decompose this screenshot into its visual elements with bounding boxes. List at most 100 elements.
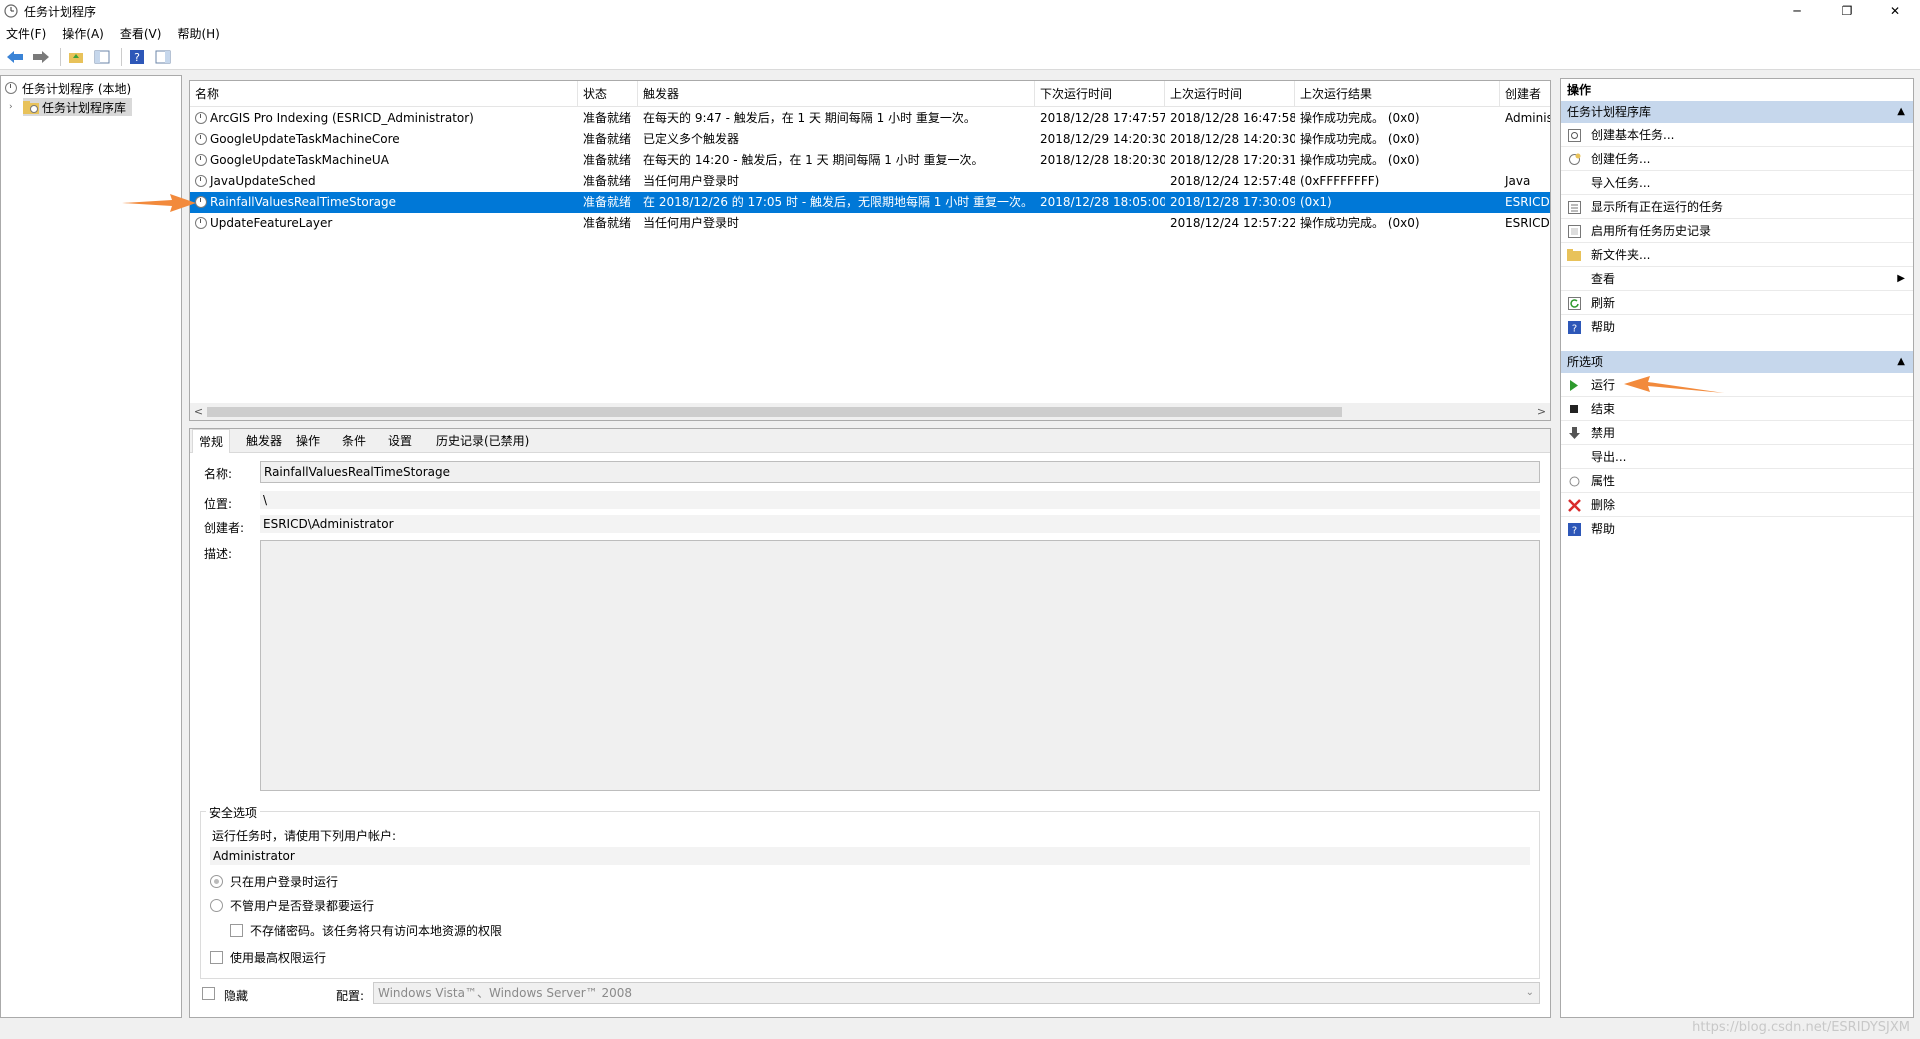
action-help-selected[interactable]: ? 帮助 <box>1561 517 1913 541</box>
table-row[interactable]: UpdateFeatureLayer 准备就绪 当任何用户登录时 2018/12… <box>190 213 1550 234</box>
menu-view[interactable]: 查看(V) <box>120 25 162 42</box>
table-row[interactable]: ArcGIS Pro Indexing (ESRICD_Administrato… <box>190 108 1550 129</box>
disable-arrow-icon <box>1567 426 1581 440</box>
tree-item-library[interactable]: 任务计划程序库 <box>23 98 133 116</box>
section-library[interactable]: 任务计划程序库 ▲ <box>1561 101 1913 123</box>
checkbox-do-not-store-password-label: 不存储密码。该任务将只有访问本地资源的权限 <box>250 924 503 938</box>
security-options-title: 安全选项 <box>206 804 261 821</box>
properties-clock-icon <box>1567 474 1581 488</box>
task-author-cell <box>1500 150 1550 171</box>
run-as-label: 运行任务时，请使用下列用户帐户: <box>212 829 397 843</box>
task-name-cell: UpdateFeatureLayer <box>190 213 578 234</box>
action-import-task[interactable]: 导入任务... <box>1561 171 1913 195</box>
action-delete[interactable]: 删除 <box>1561 493 1913 517</box>
actions-header: 操作 <box>1567 83 1592 97</box>
table-row-selected[interactable]: RainfallValuesRealTimeStorage 准备就绪 在 201… <box>190 192 1550 213</box>
task-clock-icon <box>195 133 207 145</box>
column-header-last-run[interactable]: 上次运行时间 <box>1165 81 1295 107</box>
back-button[interactable] <box>4 47 26 67</box>
task-clock-icon <box>195 154 207 166</box>
horizontal-scrollbar[interactable]: < > <box>190 403 1550 420</box>
watermark-text: https://blog.csdn.net/ESRIDYSJXM <box>1692 1020 1910 1035</box>
action-create-task[interactable]: 创建任务... <box>1561 147 1913 171</box>
task-trigger-cell: 在每天的 9:47 - 触发后，在 1 天 期间每隔 1 小时 重复一次。 <box>643 111 976 125</box>
checkbox-do-not-store-password[interactable] <box>230 924 243 937</box>
tree-expander[interactable]: › <box>9 98 13 116</box>
table-row[interactable]: JavaUpdateSched 准备就绪 当任何用户登录时 2018/12/24… <box>190 171 1550 192</box>
checkbox-hidden[interactable] <box>202 987 215 1000</box>
task-next-run-cell: 2018/12/28 18:20:30 <box>1040 153 1165 167</box>
task-trigger-cell: 当任何用户登录时 <box>643 216 740 230</box>
action-display-running-tasks[interactable]: 显示所有正在运行的任务 <box>1561 195 1913 219</box>
configure-for-select[interactable]: Windows Vista™、Windows Server™ 2008 ⌄ <box>373 982 1540 1004</box>
action-run[interactable]: 运行 <box>1561 373 1913 397</box>
name-label: 名称: <box>204 467 233 481</box>
location-value: \ <box>260 491 1540 509</box>
action-enable-history[interactable]: 启用所有任务历史记录 <box>1561 219 1913 243</box>
tree-root-label: 任务计划程序 (本地) <box>22 81 132 96</box>
checkbox-highest-privileges[interactable] <box>210 951 223 964</box>
task-last-run-cell: 2018/12/28 17:20:31 <box>1170 153 1295 167</box>
security-options-group <box>200 811 1540 979</box>
scroll-left-button[interactable]: < <box>190 403 207 420</box>
action-new-folder[interactable]: 新文件夹... <box>1561 243 1913 267</box>
show-hide-action-pane-button[interactable] <box>152 47 174 67</box>
column-header-trigger[interactable]: 触发器 <box>638 81 1035 107</box>
tab-actions[interactable]: 操作 <box>290 431 326 453</box>
author-value: ESRICD\Administrator <box>260 515 1540 533</box>
action-view[interactable]: 查看 ▶ <box>1561 267 1913 291</box>
tab-settings[interactable]: 设置 <box>382 431 418 453</box>
table-row[interactable]: GoogleUpdateTaskMachineCore 准备就绪 已定义多个触发… <box>190 129 1550 150</box>
tab-conditions[interactable]: 条件 <box>336 431 372 453</box>
task-result-cell: 操作成功完成。 (0x0) <box>1300 132 1420 146</box>
clock-icon <box>5 82 17 94</box>
folder-icon <box>1567 248 1581 262</box>
action-end[interactable]: 结束 <box>1561 397 1913 421</box>
action-create-basic-task[interactable]: 创建基本任务... <box>1561 123 1913 147</box>
menu-help[interactable]: 帮助(H) <box>177 25 219 42</box>
forward-button[interactable] <box>30 47 52 67</box>
tab-history[interactable]: 历史记录(已禁用) <box>430 431 535 453</box>
task-status-cell: 准备就绪 <box>583 195 632 209</box>
task-author-cell: Java <box>1505 174 1531 188</box>
task-last-run-cell: 2018/12/28 16:47:58 <box>1170 111 1295 125</box>
scrollbar-thumb[interactable] <box>207 407 1342 417</box>
column-header-next-run[interactable]: 下次运行时间 <box>1035 81 1165 107</box>
section-selected-item[interactable]: 所选项 ▲ <box>1561 351 1913 373</box>
tab-general[interactable]: 常规 <box>192 429 231 453</box>
action-disable[interactable]: 禁用 <box>1561 421 1913 445</box>
column-header-status[interactable]: 状态 <box>578 81 638 107</box>
close-button[interactable]: ✕ <box>1872 0 1918 22</box>
column-header-last-result[interactable]: 上次运行结果 <box>1295 81 1500 107</box>
svg-text:?: ? <box>1571 323 1576 334</box>
window-title: 任务计划程序 <box>24 4 97 19</box>
restore-button[interactable]: ❐ <box>1824 0 1870 22</box>
radio-run-logged-on[interactable] <box>210 875 223 888</box>
menu-action[interactable]: 操作(A) <box>62 25 104 42</box>
minimize-button[interactable]: ─ <box>1774 0 1820 22</box>
column-header-author[interactable]: 创建者 <box>1500 81 1550 107</box>
name-field[interactable]: RainfallValuesRealTimeStorage <box>260 461 1540 483</box>
help-button[interactable]: ? <box>126 47 148 67</box>
action-help[interactable]: ? 帮助 <box>1561 315 1913 339</box>
collapse-up-icon: ▲ <box>1897 106 1905 117</box>
show-hide-tree-button[interactable] <box>91 47 113 67</box>
collapse-up-icon: ▲ <box>1897 356 1905 367</box>
action-export[interactable]: 导出... <box>1561 445 1913 469</box>
task-next-run-cell: 2018/12/28 17:47:57 <box>1040 111 1165 125</box>
column-header-name[interactable]: 名称 <box>190 81 578 107</box>
action-refresh[interactable]: 刷新 <box>1561 291 1913 315</box>
action-properties[interactable]: 属性 <box>1561 469 1913 493</box>
description-textarea[interactable] <box>260 540 1540 791</box>
task-scheduler-window: 任务计划程序 ─ ❐ ✕ 文件(F) 操作(A) 查看(V) 帮助(H) ? 任… <box>0 0 1920 1039</box>
tree-root[interactable]: 任务计划程序 (本地) <box>5 79 131 97</box>
svg-text:?: ? <box>1571 525 1576 536</box>
radio-run-whether-logged-on[interactable] <box>210 899 223 912</box>
task-status-cell: 准备就绪 <box>583 132 632 146</box>
scroll-right-button[interactable]: > <box>1533 403 1550 420</box>
menu-file[interactable]: 文件(F) <box>6 25 46 42</box>
up-folder-button[interactable] <box>65 47 87 67</box>
tab-triggers[interactable]: 触发器 <box>240 431 288 453</box>
table-row[interactable]: GoogleUpdateTaskMachineUA 准备就绪 在每天的 14:2… <box>190 150 1550 171</box>
task-trigger-cell: 在每天的 14:20 - 触发后，在 1 天 期间每隔 1 小时 重复一次。 <box>643 153 984 167</box>
